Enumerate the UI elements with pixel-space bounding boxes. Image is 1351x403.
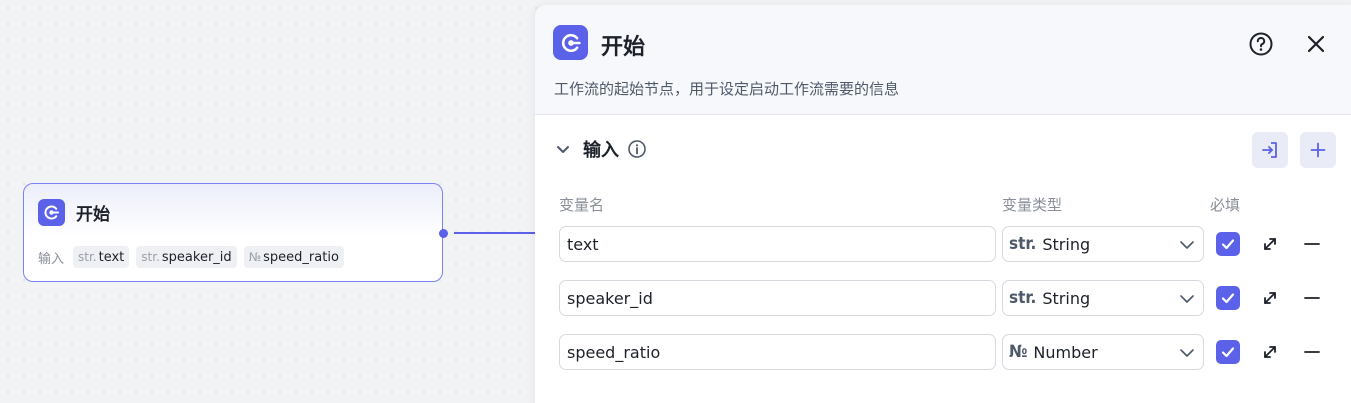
check-icon: [1221, 239, 1235, 250]
expand-arrows-icon[interactable]: [1260, 342, 1280, 362]
import-button[interactable]: [1252, 132, 1288, 168]
chip-type: str.: [78, 250, 97, 264]
add-variable-button[interactable]: [1300, 132, 1336, 168]
expand-arrows-icon[interactable]: [1260, 234, 1280, 254]
variable-type-select[interactable]: str. String: [1002, 226, 1204, 262]
variable-row: № Number: [559, 334, 1349, 370]
check-icon: [1221, 347, 1235, 358]
panel-title: 开始: [601, 35, 646, 60]
minus-icon[interactable]: [1302, 234, 1322, 254]
input-chip-text: str. text: [73, 246, 130, 268]
required-checkbox[interactable]: [1216, 286, 1240, 310]
input-section-header[interactable]: 输入: [555, 136, 647, 162]
variable-type-value: String: [1042, 288, 1091, 308]
check-icon: [1221, 293, 1235, 304]
node-inputs-label: 输入: [38, 251, 65, 267]
section-title: 输入: [583, 140, 619, 161]
import-icon: [1262, 142, 1277, 158]
panel-header: 开始 工作流的起始节点，用于设定启动工作流需要的信息: [535, 5, 1351, 115]
required-checkbox[interactable]: [1216, 232, 1240, 256]
help-circle-icon[interactable]: [1248, 31, 1274, 57]
node-output-handle[interactable]: [439, 229, 448, 238]
expand-arrows-icon[interactable]: [1260, 288, 1280, 308]
info-icon[interactable]: [627, 139, 647, 159]
chip-type: str.: [141, 250, 160, 264]
node-settings-panel: 开始 工作流的起始节点，用于设定启动工作流需要的信息 输入 变量名 变量类型 必…: [535, 5, 1351, 403]
variable-type-value: Number: [1033, 342, 1098, 362]
variable-row: str. String: [559, 226, 1349, 262]
connection-edge: [454, 232, 536, 234]
chevron-down-icon: [1180, 349, 1194, 357]
start-node-icon: [553, 25, 588, 60]
start-node-icon: [38, 199, 65, 226]
number-type-icon: №: [1009, 342, 1028, 362]
node-header: 开始: [38, 199, 110, 226]
start-node[interactable]: 开始 输入 str. text str. speaker_id № speed_rat…: [23, 183, 443, 282]
variable-row: str. String: [559, 280, 1349, 316]
minus-icon[interactable]: [1302, 288, 1322, 308]
plus-icon: [1310, 142, 1326, 158]
chip-name: text: [98, 249, 125, 265]
variable-type-value: String: [1042, 234, 1091, 254]
variable-type-select[interactable]: str. String: [1002, 280, 1204, 316]
column-header-required: 必填: [1210, 196, 1241, 214]
string-type-icon: str.: [1009, 288, 1037, 308]
panel-description: 工作流的起始节点，用于设定启动工作流需要的信息: [554, 80, 900, 98]
string-type-icon: str.: [1009, 234, 1037, 254]
chip-type: №: [248, 250, 262, 264]
chip-name: speed_ratio: [263, 249, 339, 265]
column-header-type: 变量类型: [1002, 196, 1063, 214]
variable-type-select[interactable]: № Number: [1002, 334, 1204, 370]
chip-name: speaker_id: [161, 249, 232, 265]
variable-name-input[interactable]: [559, 226, 996, 262]
chevron-down-icon[interactable]: [555, 141, 571, 157]
variable-name-input[interactable]: [559, 280, 996, 316]
node-inputs: 输入 str. text str. speaker_id № speed_ratio: [38, 246, 351, 268]
input-chip-speed-ratio: № speed_ratio: [243, 246, 344, 268]
close-icon[interactable]: [1303, 31, 1329, 57]
chevron-down-icon: [1180, 241, 1194, 249]
input-chip-speaker-id: str. speaker_id: [136, 246, 237, 268]
variable-name-input[interactable]: [559, 334, 996, 370]
column-header-name: 变量名: [559, 196, 605, 214]
node-title: 开始: [76, 205, 110, 225]
chevron-down-icon: [1180, 295, 1194, 303]
minus-icon[interactable]: [1302, 342, 1322, 362]
required-checkbox[interactable]: [1216, 340, 1240, 364]
